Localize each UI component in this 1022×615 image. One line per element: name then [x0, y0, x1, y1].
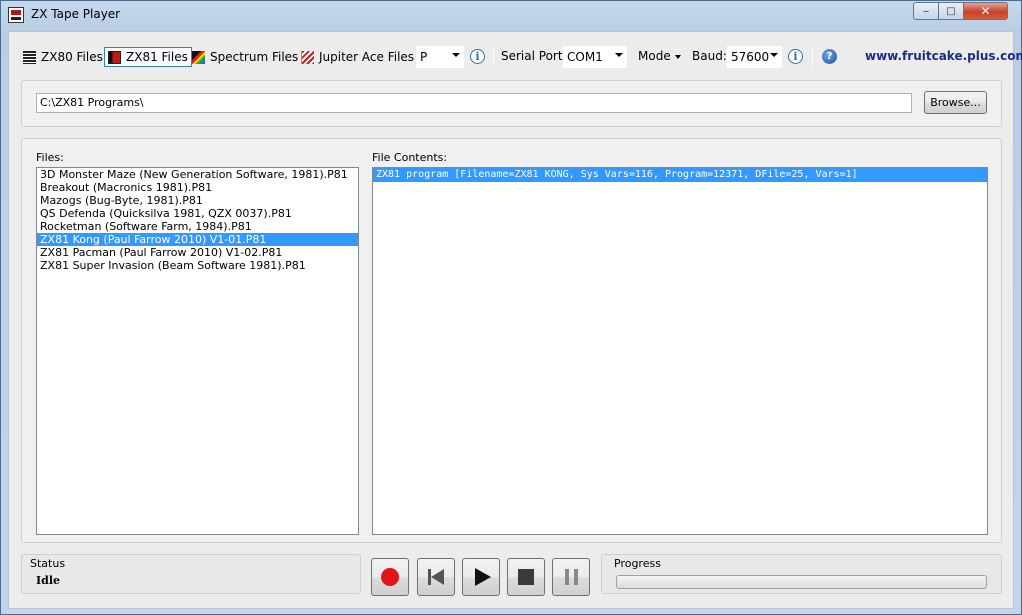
file-type-select[interactable]: P — [416, 46, 464, 68]
contents-list-item-selected[interactable]: ZX81 program [Filename=ZX81 KONG, Sys Va… — [373, 168, 987, 182]
baud-value: 57600 — [731, 50, 770, 64]
file-contents-list[interactable]: ZX81 program [Filename=ZX81 KONG, Sys Va… — [372, 167, 988, 535]
jupiter-ace-icon — [301, 50, 314, 64]
toolbar: ZX80 Files ZX81 Files Spectrum Files Jup… — [17, 42, 1022, 72]
files-list[interactable]: 3D Monster Maze (New Generation Software… — [36, 167, 359, 535]
zx80-icon — [23, 50, 36, 64]
file-contents-label: File Contents: — [372, 151, 448, 164]
zx81-files-button[interactable]: ZX81 Files — [104, 47, 192, 67]
close-button[interactable]: ✕ — [963, 2, 1008, 20]
spectrum-icon — [192, 50, 205, 64]
files-label: Files: — [36, 151, 64, 164]
client-area: ZX80 Files ZX81 Files Spectrum Files Jup… — [8, 31, 1022, 609]
record-icon — [381, 568, 399, 586]
file-list-item[interactable]: Breakout (Macronics 1981).P81 — [37, 181, 358, 194]
file-list-item[interactable]: ZX81 Pacman (Paul Farrow 2010) V1-02.P81 — [37, 246, 358, 259]
stop-icon — [518, 569, 534, 585]
pause-button[interactable] — [552, 558, 590, 596]
file-list-item[interactable]: 3D Monster Maze (New Generation Software… — [37, 168, 358, 181]
chevron-down-icon — [615, 53, 623, 57]
status-value: Idle — [36, 574, 61, 587]
play-button[interactable] — [462, 558, 500, 596]
progress-panel: Progress — [601, 554, 1002, 594]
serial-port-select[interactable]: COM1 — [563, 46, 627, 68]
zx80-files-label: ZX80 Files — [41, 50, 103, 64]
stop-button[interactable] — [507, 558, 545, 596]
file-type-value: P — [420, 50, 428, 64]
jupiter-ace-files-label: Jupiter Ace Files — [319, 50, 415, 64]
help-icon[interactable]: ? — [822, 49, 837, 64]
jupiter-ace-files-button[interactable]: Jupiter Ace Files — [301, 47, 414, 67]
zx81-files-label: ZX81 Files — [126, 50, 188, 64]
maximize-button[interactable]: □ — [938, 2, 964, 20]
chevron-down-icon — [770, 53, 778, 57]
play-icon — [474, 568, 491, 586]
file-list-item[interactable]: Rocketman (Software Farm, 1984).P81 — [37, 220, 358, 233]
status-label: Status — [30, 557, 66, 570]
toolbar-separator — [493, 48, 494, 66]
previous-button[interactable] — [417, 558, 455, 596]
dropdown-arrow-icon — [674, 54, 681, 59]
record-button[interactable] — [371, 558, 409, 596]
baud-info-icon[interactable]: i — [788, 49, 803, 64]
mode-label: Mode — [638, 49, 671, 63]
baud-label: Baud: — [692, 49, 727, 63]
status-panel: Status Idle — [21, 554, 361, 594]
file-list-item[interactable]: ZX81 Super Invasion (Beam Software 1981)… — [37, 259, 358, 272]
spectrum-files-button[interactable]: Spectrum Files — [192, 47, 298, 67]
app-window: ZX Tape Player ‒ □ ✕ ZX80 Files ZX81 Fil… — [0, 0, 1022, 615]
files-panel: Files: File Contents: 3D Monster Maze (N… — [21, 138, 1002, 543]
minimize-button[interactable]: ‒ — [913, 2, 939, 20]
toolbar-separator — [812, 48, 813, 66]
progress-bar — [616, 575, 987, 589]
window-title: ZX Tape Player — [31, 7, 121, 21]
tape-app-icon — [8, 7, 24, 23]
serial-port-value: COM1 — [567, 50, 603, 64]
folder-path-field[interactable]: C:\ZX81 Programs\ — [36, 93, 912, 113]
file-list-item[interactable]: QS Defenda (Quicksilva 1981, QZX 0037).P… — [37, 207, 358, 220]
path-panel: C:\ZX81 Programs\ Browse... — [21, 80, 1002, 127]
browse-button[interactable]: Browse... — [924, 91, 987, 114]
spectrum-files-label: Spectrum Files — [210, 50, 299, 64]
zx80-files-button[interactable]: ZX80 Files — [23, 47, 103, 67]
file-type-info-icon[interactable]: i — [470, 49, 485, 64]
pause-icon — [564, 569, 578, 585]
website-link[interactable]: www.fruitcake.plus.com — [865, 49, 1022, 63]
title-bar[interactable]: ZX Tape Player ‒ □ ✕ — [1, 1, 1021, 29]
progress-label: Progress — [614, 557, 661, 570]
skip-back-icon — [428, 569, 444, 585]
file-list-item-selected[interactable]: ZX81 Kong (Paul Farrow 2010) V1-01.P81 — [37, 233, 358, 246]
file-list-item[interactable]: Mazogs (Bug-Byte, 1981).P81 — [37, 194, 358, 207]
chevron-down-icon — [452, 53, 460, 57]
mode-menu-button[interactable]: Mode — [638, 49, 681, 63]
zx81-icon — [108, 50, 121, 64]
serial-port-label: Serial Port: — [501, 49, 567, 63]
baud-select[interactable]: 57600 — [727, 46, 782, 68]
